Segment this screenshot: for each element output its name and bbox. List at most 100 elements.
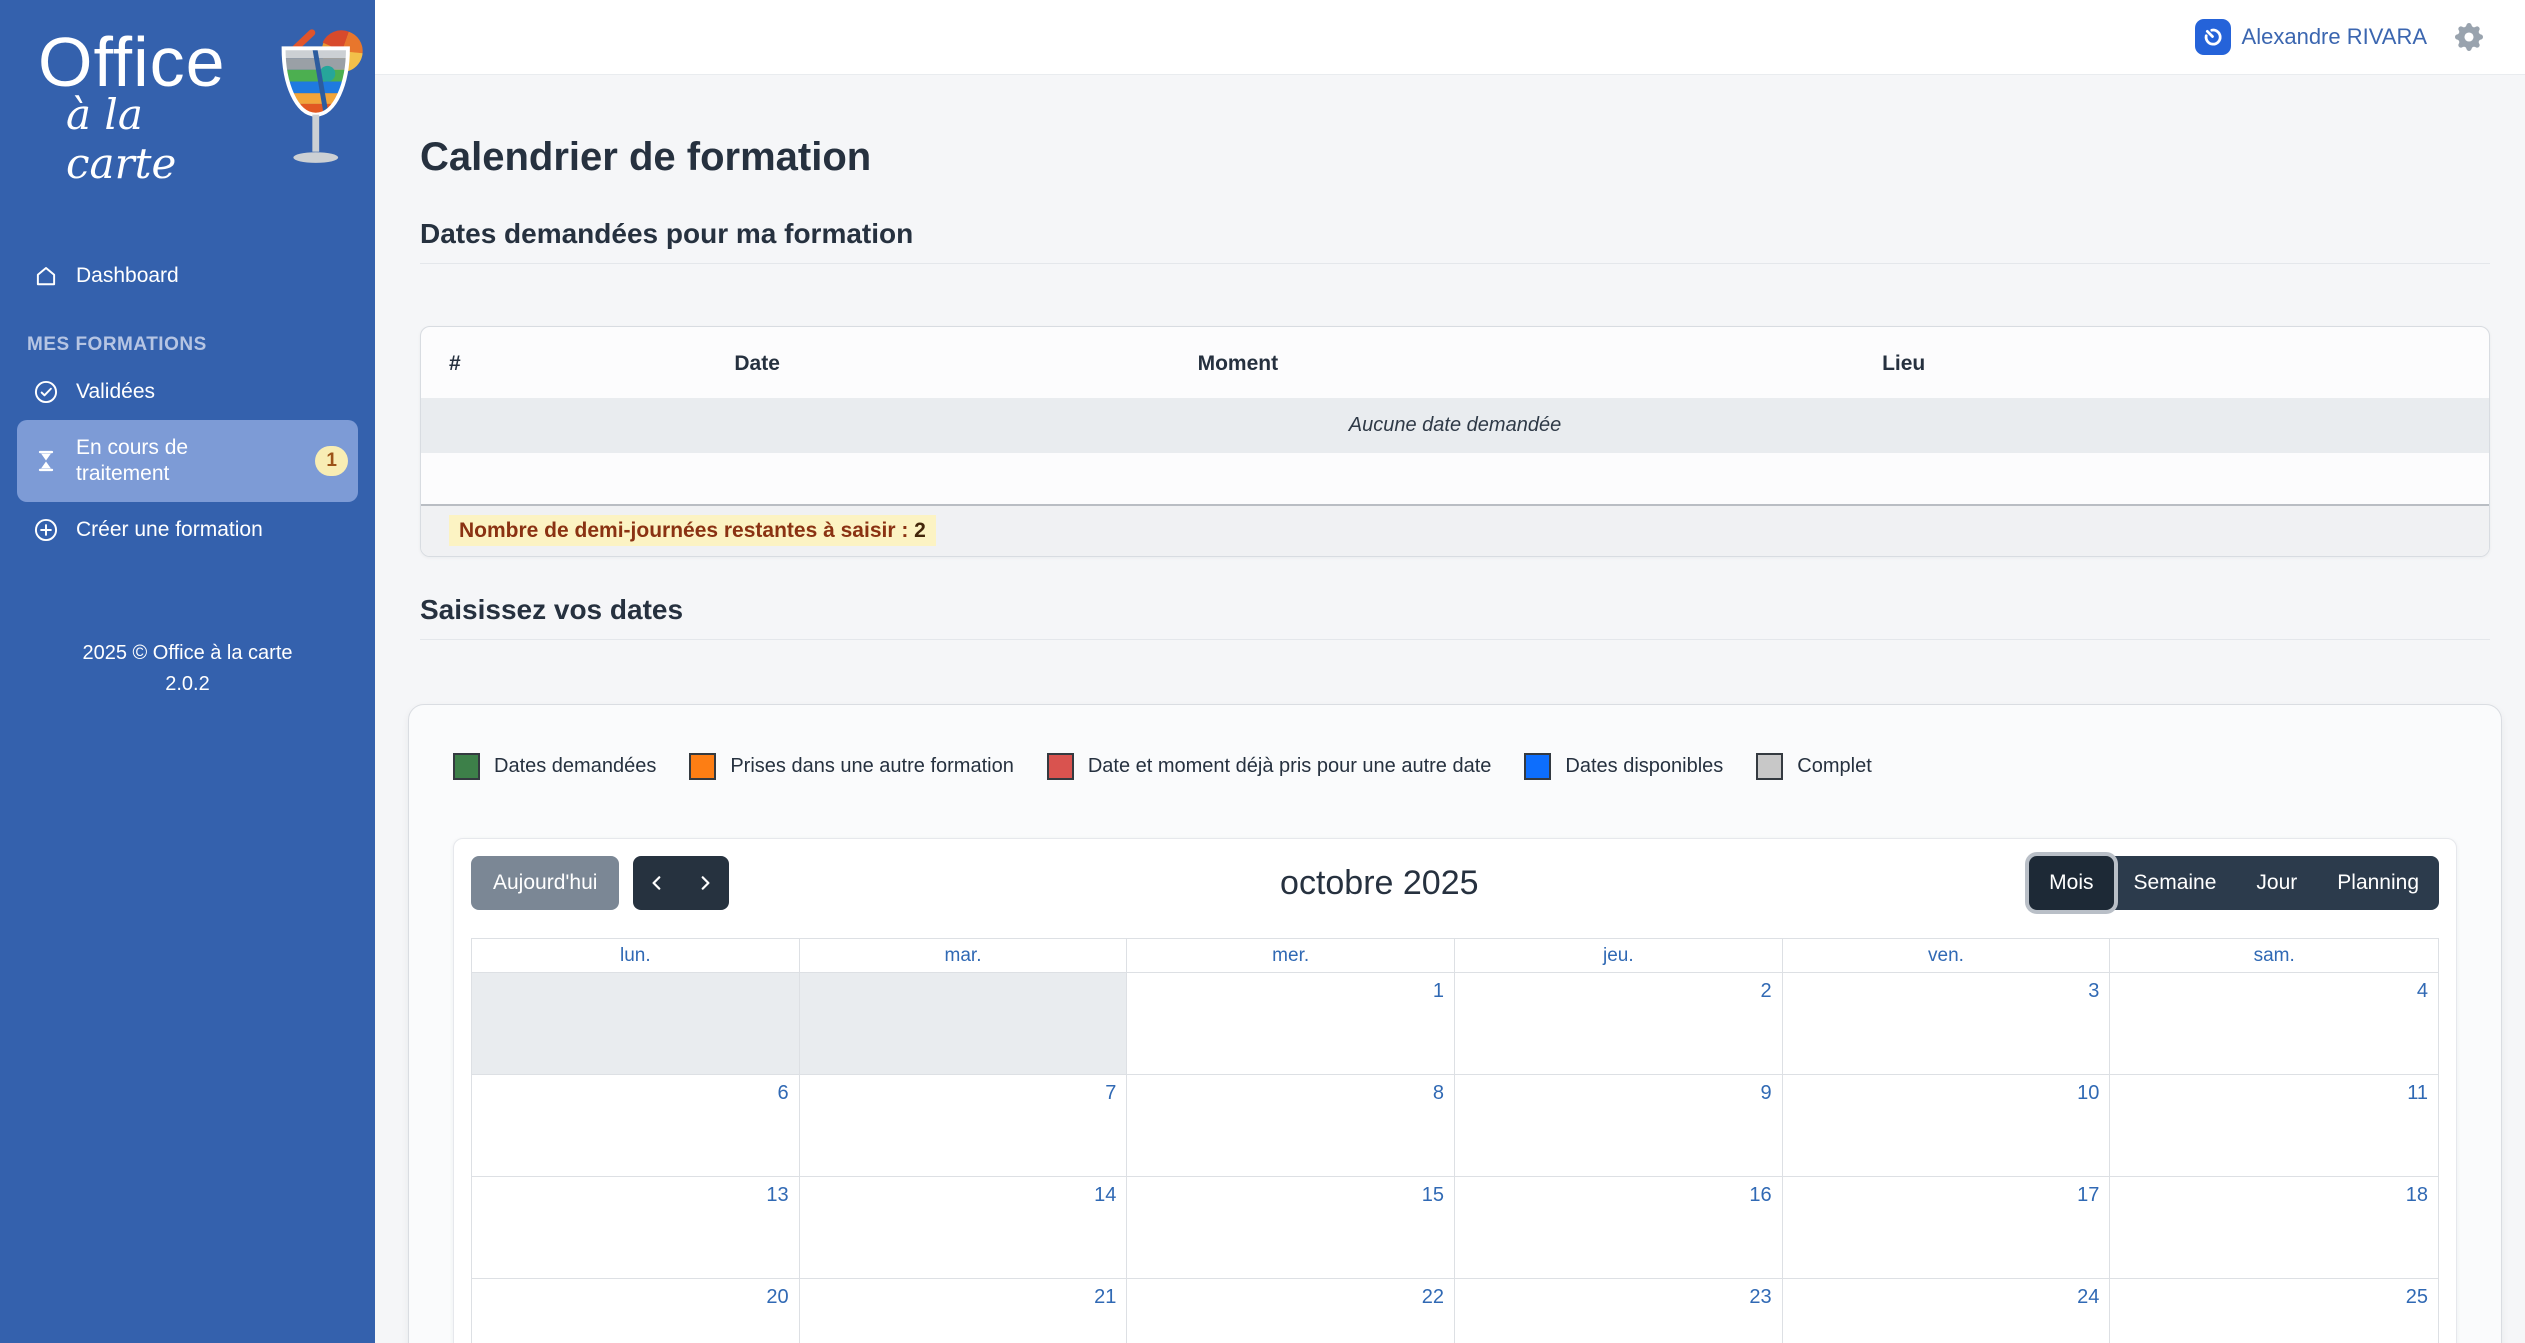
calendar-day-cell[interactable]: 16 bbox=[1455, 1177, 1783, 1278]
cocktail-glass-icon bbox=[267, 22, 365, 180]
calendar-day-cell[interactable]: 18 bbox=[2110, 1177, 2438, 1278]
calendar-day-cell[interactable]: 10 bbox=[1783, 1075, 2111, 1176]
plus-circle-icon bbox=[33, 517, 59, 543]
user-name[interactable]: Alexandre RIVARA bbox=[2242, 24, 2427, 50]
day-number-link[interactable]: 22 bbox=[1422, 1286, 1444, 1309]
calendar-day-cell[interactable]: 21 bbox=[800, 1279, 1128, 1343]
sidebar-item-creer-formation[interactable]: Créer une formation bbox=[17, 502, 358, 558]
day-number-link[interactable]: 1 bbox=[1433, 980, 1444, 1003]
app-logo[interactable]: Office à la carte bbox=[0, 0, 375, 188]
calendar-day-cell[interactable]: 24 bbox=[1783, 1279, 2111, 1343]
day-number-link[interactable]: 17 bbox=[2077, 1184, 2099, 1207]
calendar-day-cell[interactable]: 3 bbox=[1783, 973, 2111, 1074]
legend-label: Dates disponibles bbox=[1565, 755, 1723, 778]
day-number-link[interactable]: 23 bbox=[1749, 1286, 1771, 1309]
calendar-day-cell[interactable]: 2 bbox=[1455, 973, 1783, 1074]
calendar-day-cell[interactable]: 4 bbox=[2110, 973, 2438, 1074]
day-number-link[interactable]: 15 bbox=[1422, 1184, 1444, 1207]
calendar-day-cell[interactable]: 1 bbox=[1127, 973, 1455, 1074]
day-number-link[interactable]: 7 bbox=[1105, 1082, 1116, 1105]
day-number-link[interactable]: 18 bbox=[2406, 1184, 2428, 1207]
day-number-link[interactable]: 8 bbox=[1433, 1082, 1444, 1105]
day-number-link[interactable]: 4 bbox=[2417, 980, 2428, 1003]
remaining-value: 2 bbox=[914, 519, 926, 542]
view-button-mois[interactable]: Mois bbox=[2029, 856, 2113, 910]
calendar-day-cell[interactable]: 20 bbox=[472, 1279, 800, 1343]
day-number-link[interactable]: 11 bbox=[2407, 1082, 2428, 1105]
sidebar-item-validees[interactable]: Validées bbox=[17, 364, 358, 420]
calendar-month-title: octobre 2025 bbox=[729, 864, 2029, 903]
calendar-day-cell-disabled bbox=[472, 973, 800, 1074]
day-number-link[interactable]: 3 bbox=[2088, 980, 2099, 1003]
home-icon bbox=[33, 263, 59, 289]
power-icon bbox=[2202, 26, 2224, 48]
chevron-right-icon bbox=[696, 874, 714, 892]
calendar-day-cell[interactable]: 11 bbox=[2110, 1075, 2438, 1176]
legend-item-dates-disponibles: Dates disponibles bbox=[1524, 753, 1723, 780]
dow-jeu: jeu. bbox=[1455, 939, 1783, 972]
next-month-button[interactable] bbox=[681, 856, 729, 910]
today-button[interactable]: Aujourd'hui bbox=[471, 856, 619, 910]
settings-button[interactable] bbox=[2455, 23, 2483, 51]
view-button-planning[interactable]: Planning bbox=[2317, 856, 2439, 910]
calendar-day-cell[interactable]: 25 bbox=[2110, 1279, 2438, 1343]
main-area: Alexandre RIVARA Calendrier de formation… bbox=[375, 0, 2525, 1343]
hourglass-icon bbox=[33, 448, 59, 474]
column-header-date: Date bbox=[706, 327, 1169, 398]
day-number-link[interactable]: 21 bbox=[1094, 1286, 1116, 1309]
legend-swatch-gray bbox=[1756, 753, 1783, 780]
legend-item-deja-pris: Date et moment déjà pris pour une autre … bbox=[1047, 753, 1492, 780]
day-number-link[interactable]: 20 bbox=[766, 1286, 788, 1309]
calendar-day-cell[interactable]: 6 bbox=[472, 1075, 800, 1176]
day-number-link[interactable]: 2 bbox=[1761, 980, 1772, 1003]
dow-mar: mar. bbox=[800, 939, 1128, 972]
calendar-day-cell[interactable]: 9 bbox=[1455, 1075, 1783, 1176]
sidebar-item-en-cours-de-traitement[interactable]: En cours de traitement 1 bbox=[17, 420, 358, 502]
calendar-day-cell[interactable]: 13 bbox=[472, 1177, 800, 1278]
sidebar-nav: Dashboard MES FORMATIONS Validées En cou… bbox=[0, 248, 375, 558]
check-circle-icon bbox=[33, 379, 59, 405]
day-of-week-header-row: lun. mar. mer. jeu. ven. sam. bbox=[472, 939, 2438, 973]
day-number-link[interactable]: 25 bbox=[2406, 1286, 2428, 1309]
version-text: 2.0.2 bbox=[0, 669, 375, 700]
topbar: Alexandre RIVARA bbox=[375, 0, 2525, 75]
calendar-section-card: Dates demandées Prises dans une autre fo… bbox=[408, 704, 2502, 1343]
day-number-link[interactable]: 10 bbox=[2077, 1082, 2099, 1105]
calendar-day-cell[interactable]: 8 bbox=[1127, 1075, 1455, 1176]
view-button-semaine[interactable]: Semaine bbox=[2114, 856, 2237, 910]
calendar-day-cell[interactable]: 14 bbox=[800, 1177, 1128, 1278]
remaining-half-days-highlight: Nombre de demi-journées restantes à sais… bbox=[449, 515, 936, 546]
day-number-link[interactable]: 24 bbox=[2077, 1286, 2099, 1309]
column-header-lieu: Lieu bbox=[1854, 327, 2489, 398]
calendar-day-cell[interactable]: 7 bbox=[800, 1075, 1128, 1176]
dow-lun: lun. bbox=[472, 939, 800, 972]
logout-power-button[interactable] bbox=[2195, 19, 2231, 55]
dow-mer: mer. bbox=[1127, 939, 1455, 972]
section-title-enter-dates: Saisissez vos dates bbox=[420, 593, 2490, 627]
divider bbox=[420, 639, 2490, 640]
day-number-link[interactable]: 6 bbox=[778, 1082, 789, 1105]
day-number-link[interactable]: 9 bbox=[1761, 1082, 1772, 1105]
calendar-day-cell[interactable]: 17 bbox=[1783, 1177, 2111, 1278]
day-number-link[interactable]: 16 bbox=[1749, 1184, 1771, 1207]
logo-title: Office bbox=[38, 26, 265, 100]
sidebar-item-dashboard[interactable]: Dashboard bbox=[17, 248, 358, 304]
calendar-toolbar: Aujourd'hui octobre 2025 Mois Semaine J bbox=[471, 856, 2439, 910]
day-number-link[interactable]: 13 bbox=[766, 1184, 788, 1207]
calendar-day-cell-disabled bbox=[800, 973, 1128, 1074]
table-empty-row: Aucune date demandée bbox=[421, 398, 2489, 453]
calendar-week-row: 20 21 22 23 24 25 bbox=[472, 1279, 2438, 1343]
day-number-link[interactable]: 14 bbox=[1094, 1184, 1116, 1207]
section-title-requests: Dates demandées pour ma formation bbox=[420, 217, 2490, 251]
legend-swatch-red bbox=[1047, 753, 1074, 780]
calendar-week-row: 1 2 3 4 bbox=[472, 973, 2438, 1075]
prev-month-button[interactable] bbox=[633, 856, 681, 910]
calendar-day-cell[interactable]: 22 bbox=[1127, 1279, 1455, 1343]
gear-icon bbox=[2455, 23, 2483, 51]
calendar-day-cell[interactable]: 23 bbox=[1455, 1279, 1783, 1343]
legend-swatch-blue bbox=[1524, 753, 1551, 780]
pending-count-badge: 1 bbox=[315, 446, 348, 476]
view-button-jour[interactable]: Jour bbox=[2236, 856, 2317, 910]
calendar-day-cell[interactable]: 15 bbox=[1127, 1177, 1455, 1278]
calendar-nav-buttons bbox=[633, 856, 729, 910]
